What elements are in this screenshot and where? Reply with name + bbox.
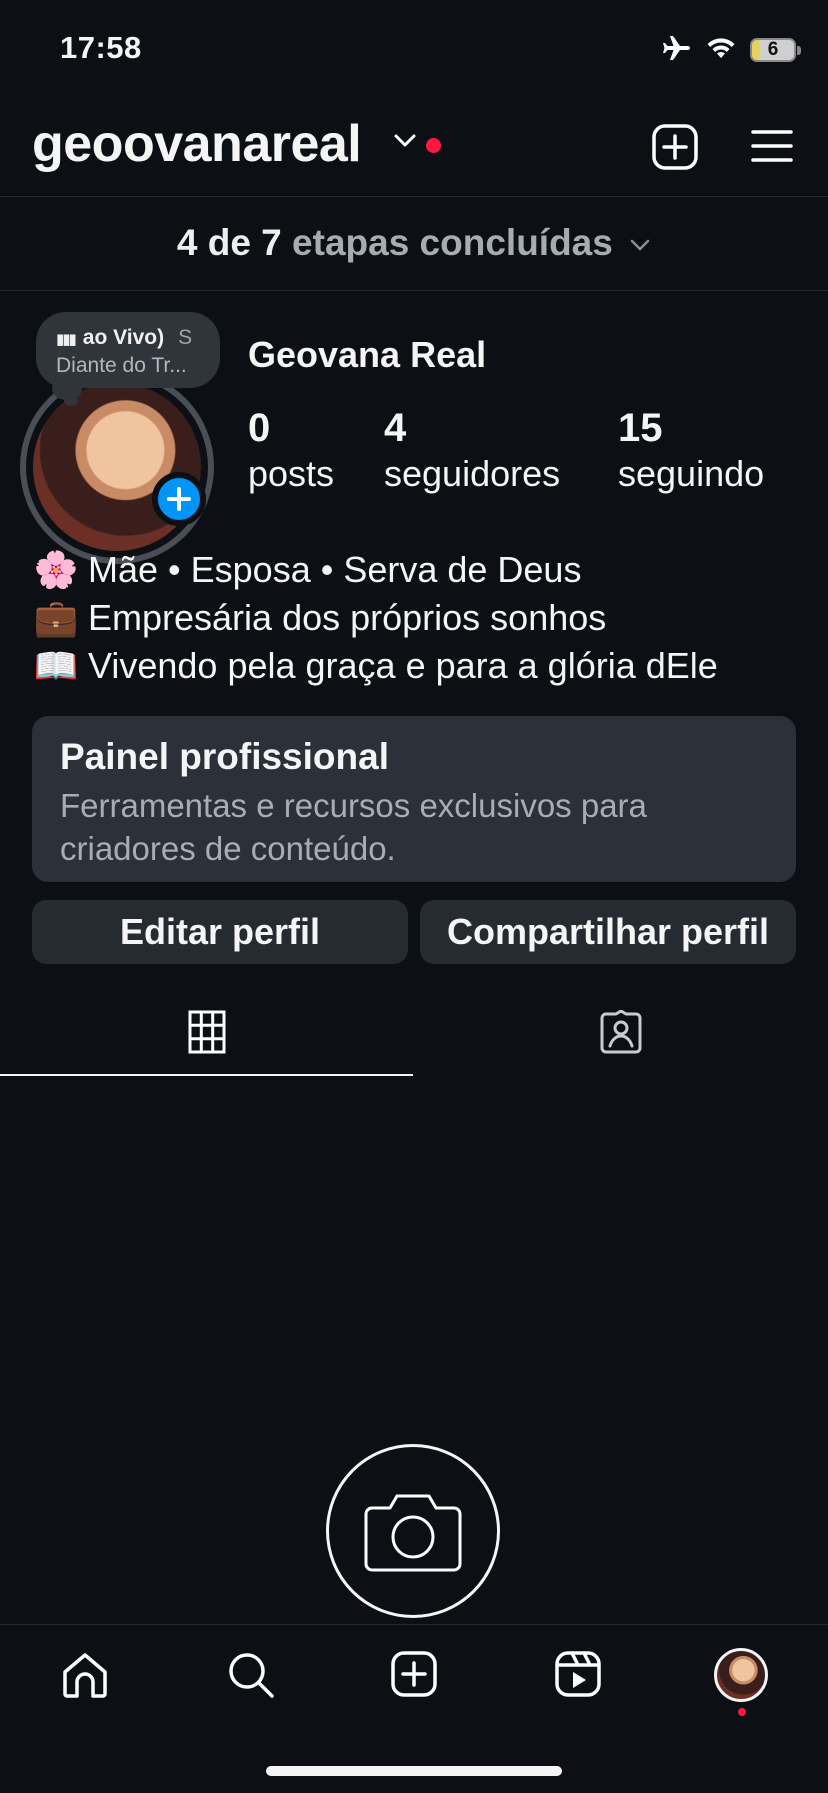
- stat-posts[interactable]: 0 posts: [248, 406, 334, 495]
- profile-avatar[interactable]: [714, 1648, 768, 1702]
- username-title[interactable]: geoovanareal: [32, 114, 362, 174]
- progress-label: etapas concluídas: [292, 222, 613, 263]
- dashboard-subtitle: Ferramentas e recursos exclusivos para c…: [60, 787, 647, 867]
- music-bars-icon: ▮▮▮: [56, 331, 77, 348]
- stat-label: seguidores: [384, 453, 561, 494]
- note-bubble[interactable]: ▮▮▮ ao Vivo) S Diante do Tr...: [36, 312, 220, 388]
- bio-text: Vivendo pela graça e para a glória dEle: [88, 645, 718, 686]
- stat-label: posts: [248, 453, 335, 494]
- airplane-icon: [662, 34, 692, 67]
- divider: [0, 196, 828, 197]
- stat-followers[interactable]: 4 seguidores: [384, 406, 560, 495]
- chevron-down-icon: [623, 222, 651, 263]
- flower-icon: 🌸: [33, 549, 79, 590]
- menu-icon[interactable]: [750, 128, 794, 169]
- dashboard-title: Painel profissional: [60, 736, 389, 777]
- add-story-button[interactable]: [152, 472, 206, 526]
- briefcase-icon: 💼: [33, 597, 79, 638]
- profile-progress[interactable]: 4 de 7 etapas concluídas: [0, 222, 828, 264]
- note-bubble-tail: [64, 396, 78, 406]
- display-name: Geovana Real: [248, 334, 487, 375]
- note-song-title: ao Vivo): [82, 326, 165, 349]
- stat-value: 4: [384, 406, 407, 450]
- bio-text: Mãe • Esposa • Serva de Deus: [88, 549, 582, 590]
- battery-level: 6: [767, 39, 779, 60]
- chevron-down-icon[interactable]: [392, 132, 418, 155]
- stat-following[interactable]: 15 seguindo: [618, 406, 764, 495]
- share-profile-button[interactable]: Compartilhar perfil: [420, 900, 796, 964]
- note-song-extra: S: [178, 326, 193, 349]
- divider: [0, 290, 828, 291]
- book-icon: 📖: [33, 645, 79, 686]
- camera-icon: [364, 1484, 462, 1583]
- create-icon[interactable]: [390, 1650, 438, 1703]
- notification-dot: [738, 1708, 746, 1716]
- grid-icon[interactable]: [188, 1010, 226, 1059]
- home-indicator: [266, 1766, 562, 1776]
- bio-line: 📖 Vivendo pela graça e para a glória dEle: [32, 642, 718, 690]
- notification-dot: [426, 138, 441, 153]
- status-icons: 6: [662, 33, 801, 67]
- reels-icon[interactable]: [554, 1650, 602, 1703]
- bio-line: 🌸 Mãe • Esposa • Serva de Deus: [32, 546, 718, 594]
- edit-profile-button[interactable]: Editar perfil: [32, 900, 408, 964]
- status-time: 17:58: [60, 30, 142, 65]
- stat-value: 15: [618, 406, 663, 450]
- stat-value: 0: [248, 406, 271, 450]
- stat-label: seguindo: [618, 453, 765, 494]
- search-icon[interactable]: [226, 1650, 276, 1705]
- battery-icon: 6: [750, 38, 801, 62]
- bio-text: Empresária dos próprios sonhos: [88, 597, 607, 638]
- professional-dashboard[interactable]: Painel profissional Ferramentas e recurs…: [32, 716, 796, 882]
- wifi-icon: [706, 36, 736, 65]
- bio: 🌸 Mãe • Esposa • Serva de Deus 💼 Empresári…: [32, 546, 718, 690]
- home-icon[interactable]: [60, 1650, 110, 1705]
- tagged-icon[interactable]: [598, 1009, 644, 1059]
- active-tab-indicator: [0, 1074, 413, 1076]
- note-artist: Diante do Tr...: [56, 354, 187, 377]
- new-post-icon[interactable]: [652, 124, 698, 175]
- progress-count: 4 de 7: [176, 222, 282, 263]
- bio-line: 💼 Empresária dos próprios sonhos: [32, 594, 718, 642]
